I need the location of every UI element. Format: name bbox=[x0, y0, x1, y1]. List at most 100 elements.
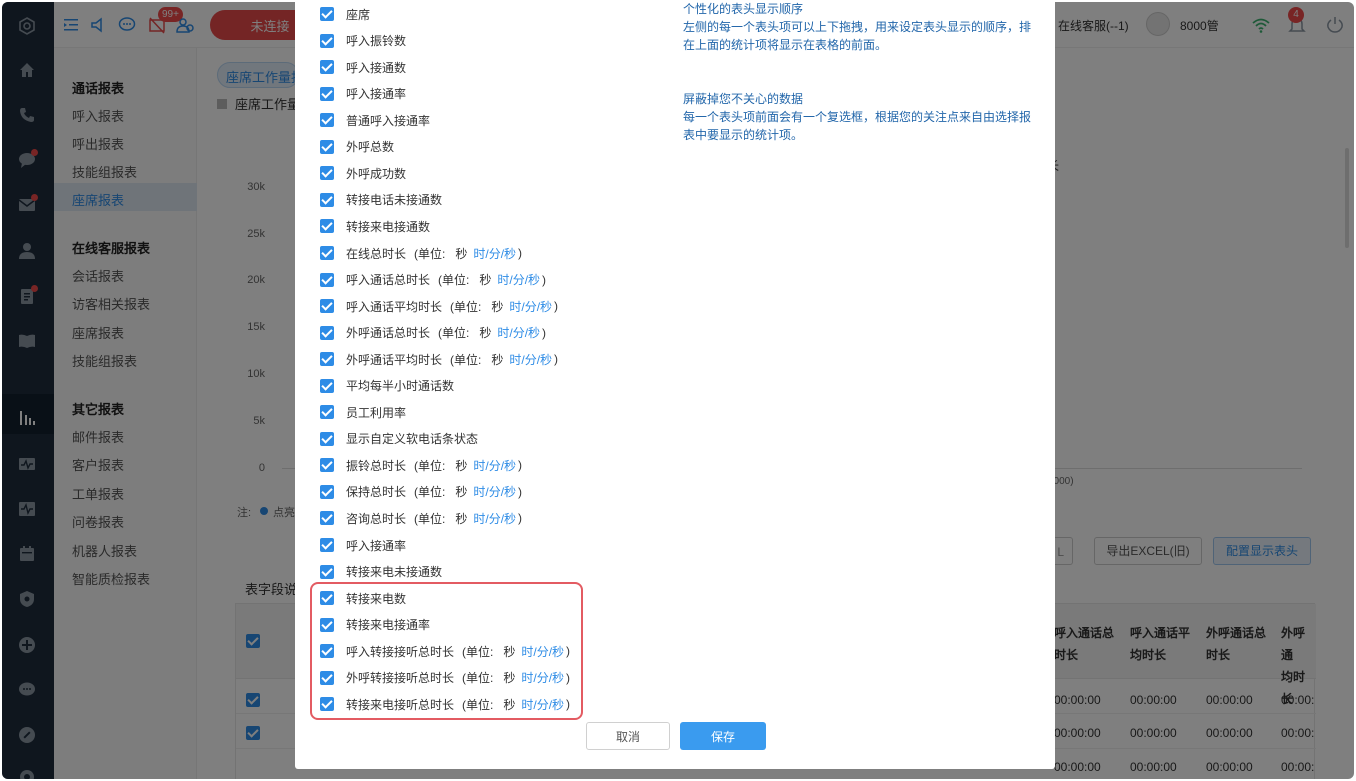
unit-hms-link[interactable]: 时/分/秒 bbox=[473, 457, 516, 474]
field-label: 咨询总时长 bbox=[346, 511, 407, 526]
field-checkbox[interactable] bbox=[320, 299, 334, 314]
header-field-row[interactable]: 外呼成功数 bbox=[320, 162, 406, 184]
field-checkbox[interactable] bbox=[320, 219, 334, 234]
field-label: 外呼成功数 bbox=[346, 166, 407, 181]
header-field-row[interactable]: 振铃总时长 (单位: 秒时/分/秒) bbox=[320, 454, 522, 476]
field-label: 外呼通话平均时长 bbox=[346, 352, 443, 367]
field-label: 转接来电数 bbox=[346, 591, 407, 606]
field-checkbox[interactable] bbox=[320, 139, 334, 154]
field-checkbox[interactable] bbox=[320, 591, 334, 606]
header-field-row[interactable]: 在线总时长 (单位: 秒时/分/秒) bbox=[320, 242, 522, 264]
unit-prefix: (单位: bbox=[414, 246, 446, 261]
header-field-row[interactable]: 座席 bbox=[320, 3, 370, 25]
unit-seconds: 秒 bbox=[503, 671, 516, 686]
help-filter-desc: 每一个表头项前面会有一个复选框，根据您的关注点来自由选择报表中要显示的统计项。 bbox=[683, 110, 1032, 142]
field-label: 外呼通话总时长 bbox=[346, 326, 431, 341]
header-field-row[interactable]: 外呼总数 bbox=[320, 136, 394, 158]
unit-close: ) bbox=[518, 458, 523, 473]
unit-seconds: 秒 bbox=[491, 352, 504, 367]
field-label: 振铃总时长 bbox=[346, 458, 407, 473]
field-checkbox[interactable] bbox=[320, 644, 334, 659]
header-field-row[interactable]: 平均每半小时通话数 bbox=[320, 375, 454, 397]
field-checkbox[interactable] bbox=[320, 33, 334, 48]
cancel-button[interactable]: 取消 bbox=[586, 722, 670, 750]
header-field-row[interactable]: 呼入接通率 bbox=[320, 83, 406, 105]
header-field-row[interactable]: 呼入通话平均时长 (单位: 秒时/分/秒) bbox=[320, 295, 558, 317]
unit-prefix: (单位: bbox=[450, 352, 482, 367]
header-field-row[interactable]: 外呼通话总时长 (单位: 秒时/分/秒) bbox=[320, 322, 546, 344]
field-checkbox[interactable] bbox=[320, 352, 334, 367]
field-checkbox[interactable] bbox=[320, 246, 334, 260]
header-field-row[interactable]: 保持总时长 (单位: 秒时/分/秒) bbox=[320, 481, 522, 503]
header-field-row[interactable]: 外呼转接接听总时长 (单位: 秒时/分/秒) bbox=[320, 667, 570, 689]
header-field-row[interactable]: 呼入通话总时长 (单位: 秒时/分/秒) bbox=[320, 269, 546, 291]
unit-hms-link[interactable]: 时/分/秒 bbox=[497, 324, 540, 341]
field-checkbox[interactable] bbox=[320, 670, 334, 685]
field-checkbox[interactable] bbox=[320, 7, 334, 21]
field-checkbox[interactable] bbox=[320, 86, 334, 101]
unit-hms-link[interactable]: 时/分/秒 bbox=[497, 271, 540, 288]
header-field-row[interactable]: 呼入接通率 bbox=[320, 534, 406, 556]
help-sort-desc: 左侧的每一个表头项可以上下拖拽，用来设定表头显示的顺序，排在上面的统计项将显示在… bbox=[683, 20, 1032, 52]
field-checkbox[interactable] bbox=[320, 617, 334, 632]
unit-hms-link[interactable]: 时/分/秒 bbox=[521, 696, 564, 713]
unit-hms-link[interactable]: 时/分/秒 bbox=[473, 245, 516, 262]
field-checkbox[interactable] bbox=[320, 272, 334, 287]
field-checkbox[interactable] bbox=[320, 511, 334, 526]
unit-hms-link[interactable]: 时/分/秒 bbox=[521, 669, 564, 686]
unit-seconds: 秒 bbox=[455, 246, 468, 261]
field-label: 在线总时长 bbox=[346, 246, 407, 261]
field-checkbox[interactable] bbox=[320, 538, 334, 552]
header-field-row[interactable]: 呼入转接接听总时长 (单位: 秒时/分/秒) bbox=[320, 640, 570, 662]
field-checkbox[interactable] bbox=[320, 113, 334, 128]
header-field-row[interactable]: 转接电话未接通数 bbox=[320, 189, 442, 211]
field-checkbox[interactable] bbox=[320, 405, 334, 420]
unit-hms-link[interactable]: 时/分/秒 bbox=[473, 483, 516, 500]
help-sort-title: 个性化的表头显示顺序 bbox=[683, 2, 804, 16]
header-field-row[interactable]: 转接来电接通数 bbox=[320, 215, 430, 237]
header-field-row[interactable]: 普通呼入接通率 bbox=[320, 109, 430, 131]
unit-seconds: 秒 bbox=[455, 458, 468, 473]
unit-hms-link[interactable]: 时/分/秒 bbox=[473, 510, 516, 527]
field-checkbox[interactable] bbox=[320, 484, 334, 499]
header-field-row[interactable]: 呼入接通数 bbox=[320, 56, 406, 78]
unit-prefix: (单位: bbox=[462, 671, 494, 686]
field-label: 呼入接通率 bbox=[346, 538, 407, 553]
unit-hms-link[interactable]: 时/分/秒 bbox=[509, 298, 552, 315]
field-checkbox[interactable] bbox=[320, 431, 334, 446]
unit-seconds: 秒 bbox=[479, 326, 492, 341]
unit-close: ) bbox=[518, 511, 523, 526]
unit-close: ) bbox=[518, 484, 523, 499]
unit-hms-link[interactable]: 时/分/秒 bbox=[509, 351, 552, 368]
field-checkbox[interactable] bbox=[320, 458, 334, 473]
field-label: 普通呼入接通率 bbox=[346, 113, 431, 128]
header-field-row[interactable]: 呼入振铃数 bbox=[320, 30, 406, 52]
unit-seconds: 秒 bbox=[455, 485, 468, 500]
field-checkbox[interactable] bbox=[320, 564, 334, 579]
field-label: 外呼总数 bbox=[346, 140, 395, 155]
field-checkbox[interactable] bbox=[320, 325, 334, 340]
field-checkbox[interactable] bbox=[320, 60, 334, 75]
unit-close: ) bbox=[518, 246, 523, 260]
header-field-row[interactable]: 外呼通话平均时长 (单位: 秒时/分/秒) bbox=[320, 348, 558, 370]
header-field-row[interactable]: 显示自定义软电话条状态 bbox=[320, 428, 478, 450]
header-field-row[interactable]: 员工利用率 bbox=[320, 401, 406, 423]
field-label: 呼入接通数 bbox=[346, 60, 407, 75]
unit-close: ) bbox=[566, 697, 571, 712]
field-label: 转接来电接通数 bbox=[346, 219, 431, 234]
field-label: 转接来电未接通数 bbox=[346, 565, 443, 580]
field-label: 呼入通话总时长 bbox=[346, 273, 431, 287]
header-field-row[interactable]: 咨询总时长 (单位: 秒时/分/秒) bbox=[320, 507, 522, 529]
unit-hms-link[interactable]: 时/分/秒 bbox=[521, 643, 564, 660]
header-field-row[interactable]: 转接来电未接通数 bbox=[320, 561, 442, 583]
field-checkbox[interactable] bbox=[320, 166, 334, 181]
header-field-row[interactable]: 转接来电接听总时长 (单位: 秒时/分/秒) bbox=[320, 693, 570, 715]
header-field-row[interactable]: 转接来电数 bbox=[320, 587, 406, 609]
field-checkbox[interactable] bbox=[320, 192, 334, 207]
field-checkbox[interactable] bbox=[320, 697, 334, 712]
unit-prefix: (单位: bbox=[438, 326, 470, 341]
save-button[interactable]: 保存 bbox=[680, 722, 766, 750]
unit-seconds: 秒 bbox=[503, 697, 516, 712]
header-field-row[interactable]: 转接来电接通率 bbox=[320, 614, 430, 636]
field-checkbox[interactable] bbox=[320, 378, 334, 393]
